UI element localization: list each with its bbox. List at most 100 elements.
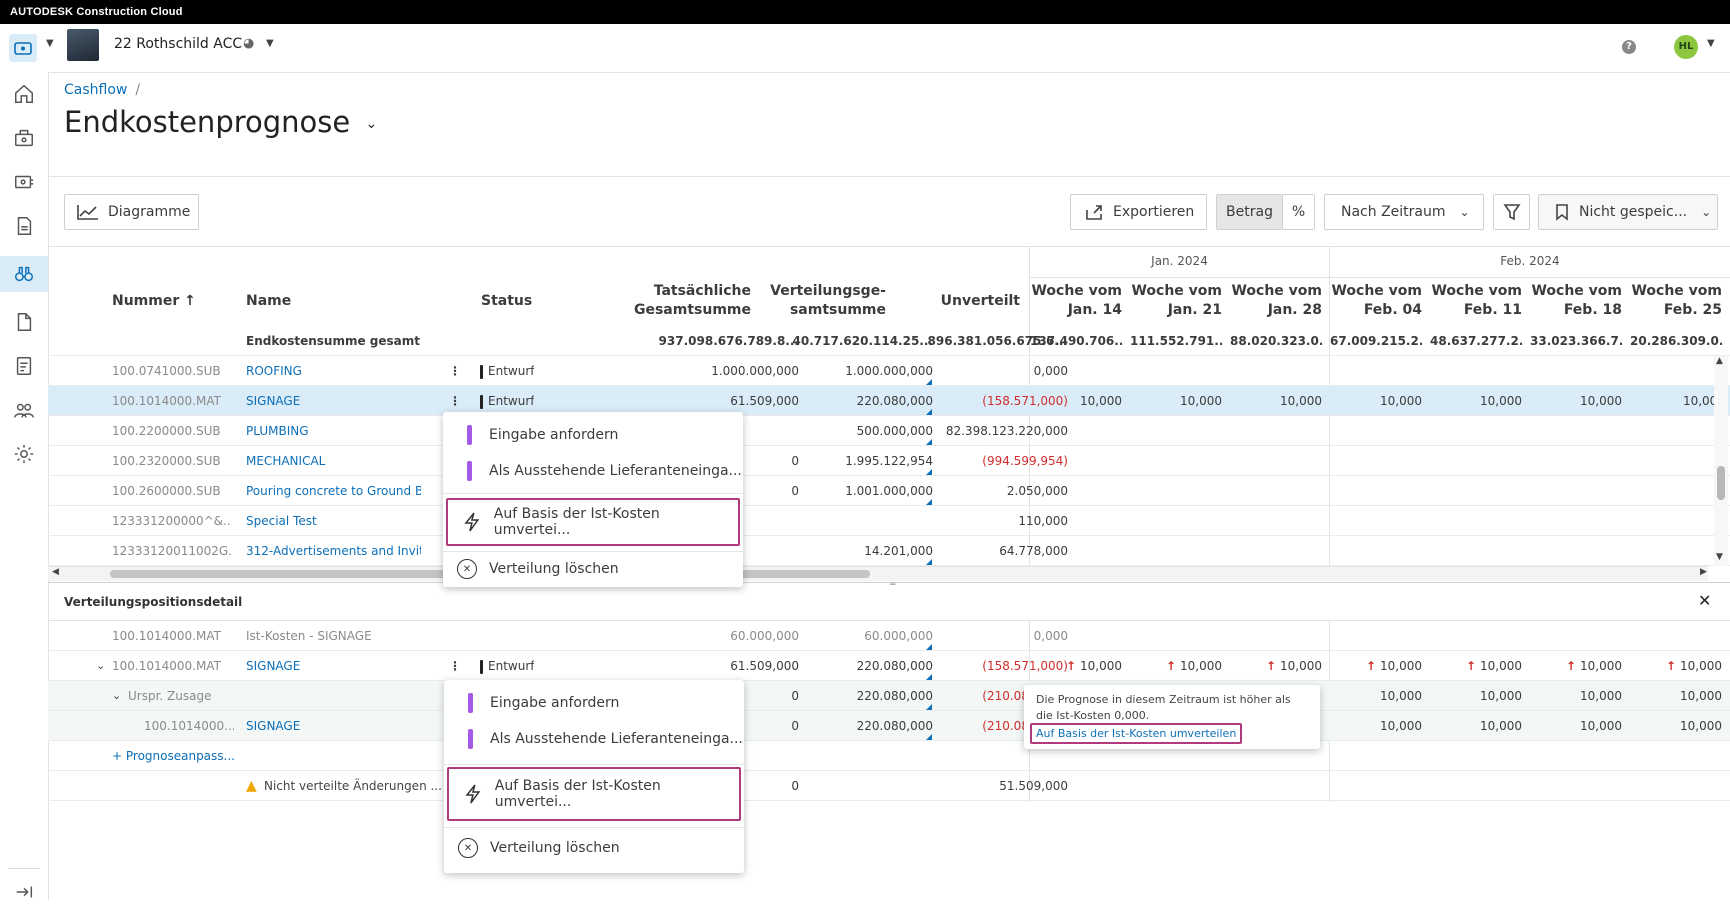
row-name[interactable]: SIGNAGE [246, 386, 421, 416]
menu-item-pending-supplier-input[interactable]: Als Ausstehende Lieferanteneinga... [443, 453, 743, 489]
nav-item-7[interactable] [10, 352, 38, 380]
column-header-number[interactable]: Nummer ↑ [112, 292, 196, 311]
chevron-down-icon[interactable]: ▼ [46, 38, 54, 49]
product-switcher-button[interactable] [9, 34, 37, 62]
nav-item-4[interactable] [10, 212, 38, 240]
collapse-sidebar-button[interactable] [10, 878, 38, 906]
week-value[interactable]: 10,000 [1230, 386, 1322, 416]
expand-chevron-icon[interactable]: ⌄ [96, 651, 105, 681]
week-value[interactable]: ↑ 10,000 [1530, 651, 1622, 681]
splitter-grip-icon[interactable]: ═ [890, 580, 895, 590]
week-value[interactable]: ↑ 10,000 [1030, 651, 1122, 681]
scroll-down-arrow-icon[interactable]: ▼ [1716, 552, 1723, 562]
row-name[interactable]: Pouring concrete to Ground Be... [246, 476, 421, 506]
row-name[interactable]: PLUMBING [246, 416, 421, 446]
tooltip-redistribute-link[interactable]: Auf Basis der Ist-Kosten umverteilen [1030, 723, 1243, 744]
breadcrumb-cashflow-link[interactable]: Cashflow [64, 82, 127, 98]
vertical-scroll-thumb[interactable] [1717, 466, 1725, 500]
period-select[interactable]: Nach Zeitraum ⌄ [1324, 194, 1484, 230]
row-name[interactable]: Special Test [246, 506, 421, 536]
table-row[interactable]: + Prognoseanpass... [48, 741, 1730, 771]
row-name[interactable]: SIGNAGE [246, 711, 421, 741]
scroll-left-arrow-icon[interactable]: ◀ [52, 567, 59, 577]
nav-item-6[interactable] [10, 308, 38, 336]
nav-settings[interactable] [10, 440, 38, 468]
table-row[interactable]: 100.2600000.SUB Pouring concrete to Groun… [48, 476, 1730, 506]
week-value[interactable]: ↑ 10,000 [1130, 651, 1222, 681]
table-row[interactable]: 100.0741000.SUB ROOFING ⋮ Entwurf 1.000.000,… [48, 356, 1730, 386]
week-value[interactable]: 10,000 [1530, 386, 1622, 416]
filter-button[interactable] [1493, 194, 1530, 230]
vertical-scrollbar[interactable]: ▲ ▼ [1714, 356, 1728, 566]
week-value[interactable]: 10,000 [1330, 386, 1422, 416]
user-avatar[interactable]: HL [1674, 35, 1698, 59]
week-value[interactable]: ↑ 10,000 [1430, 651, 1522, 681]
table-row[interactable]: 100.2200000.SUB PLUMBING 500.000,000 82.398… [48, 416, 1730, 446]
table-row[interactable]: 123331200000^&... Special Test 110,000 [48, 506, 1730, 536]
expand-chevron-icon[interactable]: ⌄ [112, 681, 121, 711]
table-row[interactable]: 100.2320000.SUB MECHANICAL 0 1.995.122,954(… [48, 446, 1730, 476]
page-title[interactable]: Endkostenprognose ⌄ [64, 105, 377, 139]
column-header-week[interactable]: Woche vom Jan. 14 [1030, 282, 1122, 320]
nav-item-2[interactable] [10, 124, 38, 152]
week-value[interactable]: 10,000 [1430, 711, 1522, 741]
column-header-name[interactable]: Name [246, 292, 291, 311]
table-row[interactable]: 100.1014000.MAT SIGNAGE ⋮ Entwurf 61.509,000… [48, 386, 1730, 416]
week-value[interactable]: 10,000 [1330, 681, 1422, 711]
column-header-distribution[interactable]: Verteilungsge-samtsumme [760, 282, 886, 320]
menu-item-pending-supplier-input[interactable]: Als Ausstehende Lieferanteneinga... [444, 721, 744, 757]
column-header-week[interactable]: Woche vom Jan. 21 [1130, 282, 1222, 320]
panel-splitter[interactable] [48, 582, 1730, 583]
week-value[interactable]: ↑ 10,000 [1330, 651, 1422, 681]
table-row[interactable]: Urspr. Zusage⌄0220.080,000(210.080,000)1… [48, 681, 1730, 711]
amount-toggle[interactable]: Betrag [1216, 194, 1282, 230]
column-header-week[interactable]: Woche vom Feb. 11 [1430, 282, 1522, 320]
menu-item-delete-distribution[interactable]: ✕ Verteilung löschen [443, 551, 743, 587]
nav-item-8[interactable] [10, 396, 38, 424]
week-value[interactable]: 10,000 [1530, 711, 1622, 741]
week-value[interactable]: 10,000 [1330, 711, 1422, 741]
column-header-status[interactable]: Status [481, 292, 532, 311]
column-header-undistributed[interactable]: Unverteilt [900, 292, 1020, 311]
column-header-week[interactable]: Woche vom Feb. 04 [1330, 282, 1422, 320]
menu-item-redistribute-actuals[interactable]: Auf Basis der Ist-Kosten umvertei... [446, 498, 740, 546]
column-header-week[interactable]: Woche vom Feb. 18 [1530, 282, 1622, 320]
week-value[interactable]: 10,000 [1130, 386, 1222, 416]
nav-forecast[interactable] [0, 256, 48, 292]
week-value[interactable]: 10,000 [1430, 681, 1522, 711]
column-header-actual[interactable]: Tatsächliche Gesamtsumme [600, 282, 751, 320]
week-value[interactable]: 10,000 [1030, 386, 1122, 416]
table-row[interactable]: 100.1014000.MAT ⌄ SIGNAGE ⋮ Entwurf 61.509,00… [48, 651, 1730, 681]
table-row[interactable]: ▲ Nicht verteilte Änderungen ... 0 51.509,0… [48, 771, 1730, 801]
week-value[interactable]: ↑ 10,000 [1630, 651, 1722, 681]
horizontal-scrollbar[interactable]: ◀ ▶ [48, 566, 1708, 581]
column-header-week[interactable]: Woche vom Feb. 25 [1630, 282, 1722, 320]
percent-toggle[interactable]: % [1282, 194, 1315, 230]
saved-view-select[interactable]: Nicht gespeic... ⌄ [1538, 194, 1718, 230]
week-value[interactable]: 10,000 [1630, 711, 1722, 741]
week-value[interactable]: ↑ 10,000 [1230, 651, 1322, 681]
row-actions-menu-icon[interactable]: ⋮ [449, 651, 461, 681]
week-value[interactable]: 10,00( [1630, 386, 1722, 416]
row-name[interactable]: ROOFING [246, 356, 421, 386]
table-row[interactable]: 100.1014000.MAT Ist-Kosten - SIGNAGE 60.00… [48, 621, 1730, 651]
user-menu-chevron-down-icon[interactable]: ▼ [1707, 38, 1715, 49]
close-icon[interactable]: ✕ [1698, 591, 1711, 610]
scroll-right-arrow-icon[interactable]: ▶ [1700, 567, 1707, 577]
row-actions-menu-icon[interactable]: ⋮ [449, 356, 461, 386]
title-chevron-down-icon[interactable]: ⌄ [365, 116, 377, 132]
column-header-week[interactable]: Woche vom Jan. 28 [1230, 282, 1322, 320]
table-row[interactable]: 12333120011002G... 312-Advertisements and… [48, 536, 1730, 566]
menu-item-redistribute-actuals[interactable]: Auf Basis der Ist-Kosten umvertei... [447, 767, 741, 821]
nav-item-3[interactable] [10, 168, 38, 196]
menu-item-request-input[interactable]: Eingabe anfordern [444, 685, 744, 721]
project-name[interactable]: 22 Rothschild ACC [114, 36, 242, 52]
help-icon[interactable]: ? [1622, 40, 1636, 54]
project-chevron-down-icon[interactable]: ▼ [266, 38, 274, 49]
row-name[interactable]: SIGNAGE [246, 651, 421, 681]
menu-item-request-input[interactable]: Eingabe anfordern [443, 417, 743, 453]
table-row[interactable]: 100.1014000...SIGNAGE0220.080,000(210.08… [48, 711, 1730, 741]
row-number[interactable]: + Prognoseanpass... [112, 741, 252, 771]
week-value[interactable]: 10,000 [1430, 386, 1522, 416]
week-value[interactable]: 10,000 [1630, 681, 1722, 711]
